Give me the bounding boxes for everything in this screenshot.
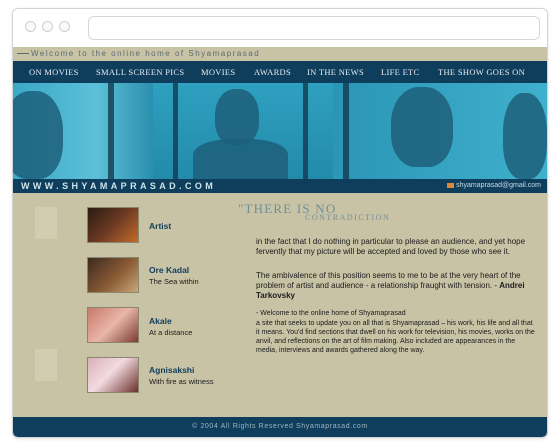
content-area: Artist Ore Kadal The Sea within Akale At… [13, 193, 547, 417]
nav-item-in-the-news[interactable]: IN THE NEWS [307, 67, 364, 77]
sidebar-item-agnisakshi[interactable]: Agnisakshi [149, 365, 194, 375]
mail-icon [447, 182, 455, 188]
decorative-block [35, 349, 57, 381]
hero-photo-1 [13, 83, 153, 179]
main-nav: ON MOVIES SMALL SCREEN PICS MOVIES AWARD… [13, 61, 547, 83]
nav-item-on-movies[interactable]: ON MOVIES [29, 67, 79, 77]
website: Welcome to the online home of Shyamapras… [13, 47, 547, 437]
intro-paragraph: a site that seeks to update you on all t… [256, 320, 535, 354]
hero-photo-2 [153, 83, 333, 179]
window-frame-shape [108, 83, 114, 179]
decorative-block [35, 207, 57, 239]
email-text: shyamaprasad@gmail.com [456, 182, 541, 189]
browser-toolbar [13, 9, 547, 47]
intro-heading: - Welcome to the online home of Shyamapr… [256, 310, 406, 317]
shoulders-shape [193, 139, 288, 179]
portrait-shape [391, 87, 453, 167]
thumb-akale[interactable] [87, 307, 139, 343]
quote-paragraph-2: The ambivalence of this position seems t… [256, 271, 536, 301]
thumb-agnisakshi[interactable] [87, 357, 139, 393]
site-url-banner: WWW.SHYAMAPRASAD.COM [21, 181, 217, 191]
nav-item-awards[interactable]: AWARDS [254, 67, 291, 77]
portrait-shape [13, 91, 63, 179]
welcome-strip: Welcome to the online home of Shyamapras… [13, 47, 547, 61]
nav-item-small-screen-pics[interactable]: SMALL SCREEN PICS [96, 67, 184, 77]
nav-item-the-show-goes-on[interactable]: THE SHOW GOES ON [438, 67, 525, 77]
site-url-strip: WWW.SHYAMAPRASAD.COM shyamaprasad@gmail.… [13, 179, 547, 193]
sidebar-item-ore-kadal-subtitle: The Sea within [149, 277, 199, 286]
quote-paragraph-2-text: The ambivalence of this position seems t… [256, 271, 521, 290]
sidebar-item-akale-subtitle: At a distance [149, 328, 193, 337]
footer-copyright: © 2004 All Rights Reserved Shyamaprasad.… [192, 423, 368, 430]
welcome-text: Welcome to the online home of Shyamapras… [31, 49, 261, 58]
portrait-shape [503, 93, 547, 179]
thumb-artist[interactable] [87, 207, 139, 243]
address-bar[interactable] [88, 16, 540, 40]
sidebar-item-ore-kadal[interactable]: Ore Kadal [149, 265, 189, 275]
portrait-shape [215, 89, 259, 145]
window-frame-shape [303, 83, 308, 179]
hero-photo-3 [333, 83, 547, 179]
email-link[interactable]: shyamaprasad@gmail.com [447, 182, 541, 189]
quote-subheading: CONTRADICTION [305, 213, 391, 222]
browser-window: Welcome to the online home of Shyamapras… [12, 8, 548, 438]
hero-banner [13, 83, 547, 179]
quote-paragraph-1: in the fact that I do nothing in particu… [256, 237, 526, 256]
welcome-dash [17, 53, 29, 54]
window-frame-shape [173, 83, 178, 179]
sidebar-item-akale[interactable]: Akale [149, 316, 172, 326]
window-minimize-dot[interactable] [42, 21, 53, 32]
nav-item-movies[interactable]: MOVIES [201, 67, 235, 77]
window-zoom-dot[interactable] [59, 21, 70, 32]
window-frame-shape [343, 83, 349, 179]
thumb-ore-kadal[interactable] [87, 257, 139, 293]
footer: © 2004 All Rights Reserved Shyamaprasad.… [13, 417, 547, 437]
window-close-dot[interactable] [25, 21, 36, 32]
sidebar-item-agnisakshi-subtitle: With fire as witness [149, 377, 214, 386]
nav-item-life-etc[interactable]: LIFE ETC [381, 67, 420, 77]
sidebar-item-artist[interactable]: Artist [149, 221, 171, 231]
